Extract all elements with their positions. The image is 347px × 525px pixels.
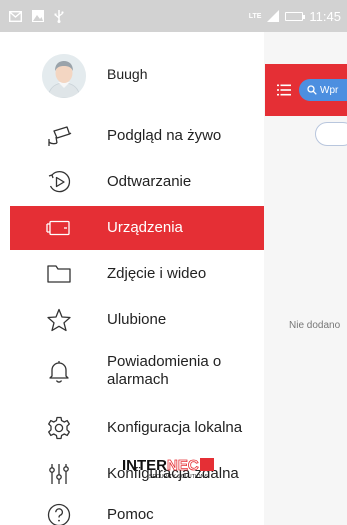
navigation-drawer: Buugh Podgląd na żywo Odtwarzanie Urządz… (0, 32, 264, 525)
gear-icon (46, 415, 72, 441)
profile-name: Buugh (107, 66, 148, 82)
menu-item-label: Ulubione (107, 311, 167, 328)
menu-item-label: Odtwarzanie (107, 173, 192, 190)
status-time: 11:45 (309, 8, 341, 24)
empty-state-text: Nie dodano (289, 320, 341, 331)
sliders-icon (46, 461, 72, 487)
menu-item-label: Podgląd na żywo (107, 127, 222, 144)
brand-logo: INTERNEC SECURITY SOLUTIONS (122, 458, 242, 484)
menu-item-label: Pomoc (107, 506, 154, 523)
star-icon (46, 307, 72, 333)
menu-item-alarm-notifications[interactable]: Powiadomienia o alarmach (0, 346, 264, 396)
brand-emblem-icon (199, 458, 214, 471)
battery-icon (285, 11, 306, 21)
bell-icon (46, 358, 72, 384)
brand-name-suffix: NEC (167, 457, 199, 474)
status-left-icons (9, 9, 64, 23)
usb-icon (54, 10, 64, 23)
list-menu-icon[interactable] (277, 84, 291, 96)
brand-name: INTERNEC (122, 458, 242, 473)
menu-item-devices[interactable]: Urządzenia (10, 206, 264, 250)
menu-item-label: Konfiguracja lokalna (107, 419, 243, 436)
profile-header[interactable]: Buugh (0, 54, 264, 110)
camera-icon (46, 123, 72, 149)
folder-icon (46, 261, 72, 287)
menu-item-label: Zdjęcie i wideo (107, 265, 207, 282)
menu-item-live-view[interactable]: Podgląd na żywo (0, 114, 264, 158)
status-right-icons: LTE 11:45 (249, 9, 341, 24)
search-field[interactable]: Wpr (299, 79, 347, 101)
segment-pill[interactable] (315, 122, 347, 146)
signal-icon (267, 10, 280, 22)
app-toolbar: Wpr (265, 64, 347, 116)
playback-icon (46, 169, 72, 195)
help-icon (46, 502, 72, 525)
status-bar: LTE 11:45 (0, 0, 347, 32)
network-type: LTE (248, 12, 262, 20)
avatar[interactable] (42, 54, 86, 98)
menu-item-photos-videos[interactable]: Zdjęcie i wideo (0, 252, 264, 296)
menu-item-label: Powiadomienia o alarmach (107, 353, 222, 388)
menu-item-help[interactable]: Pomoc (0, 498, 264, 525)
menu-item-local-config[interactable]: Konfiguracja lokalna (0, 406, 264, 450)
menu-item-playback[interactable]: Odtwarzanie (0, 160, 264, 204)
user-avatar-icon (42, 54, 86, 98)
search-label: Wpr (320, 84, 339, 96)
brand-name-main: INTER (122, 457, 167, 474)
gallery-icon (32, 10, 44, 22)
gmail-icon (9, 10, 22, 22)
search-icon (307, 85, 317, 95)
device-icon (46, 215, 72, 241)
brand-tagline: SECURITY SOLUTIONS (149, 474, 209, 480)
menu-item-favorites[interactable]: Ulubione (0, 298, 264, 342)
menu-item-label: Urządzenia (107, 219, 183, 236)
